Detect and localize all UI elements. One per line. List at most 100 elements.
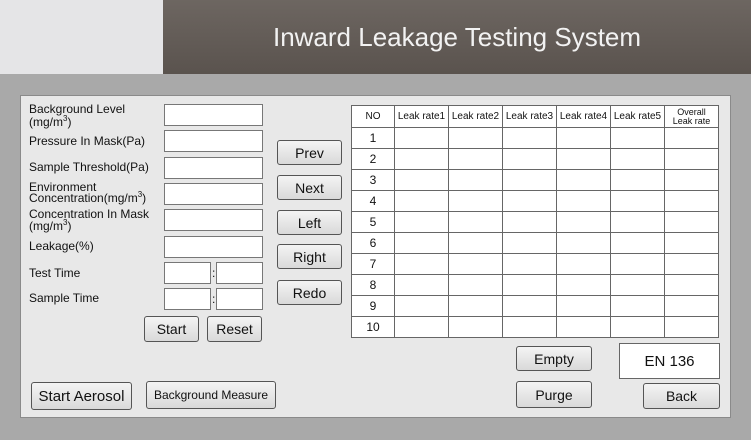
table-cell [502,274,557,296]
table-cell [448,253,503,275]
table-cell [448,295,503,317]
table-cell [556,316,611,338]
table-cell [394,295,449,317]
sample-time-separator: : [212,292,216,306]
header-leak-rate-3: Leak rate3 [502,105,557,128]
table-cell [556,190,611,212]
test-time-seconds-field[interactable] [216,262,263,284]
empty-button[interactable]: Empty [516,346,592,371]
row-number: 2 [351,148,395,170]
concentration-in-mask-field[interactable] [164,209,263,231]
table-cell [502,232,557,254]
title-bar: Inward Leakage Testing System [163,0,751,74]
left-button[interactable]: Left [277,210,342,235]
prev-button[interactable]: Prev [277,140,342,165]
header-leak-rate-2: Leak rate2 [448,105,503,128]
environment-concentration-field[interactable] [164,183,263,205]
background-level-field[interactable] [164,104,263,126]
redo-button[interactable]: Redo [277,280,342,305]
concentration-in-mask-label: Concentration In Mask (mg/m3) [29,207,150,233]
table-cell [502,295,557,317]
leakage-field[interactable] [164,236,263,258]
table-cell [610,190,665,212]
sample-time-seconds-field[interactable] [216,288,263,310]
table-cell [394,232,449,254]
table-cell [556,127,611,149]
table-cell [664,295,719,317]
table-cell [502,127,557,149]
table-cell [394,253,449,275]
table-cell [610,274,665,296]
test-time-minutes-field[interactable] [164,262,211,284]
start-aerosol-button[interactable]: Start Aerosol [31,382,132,410]
table-cell [448,148,503,170]
table-cell [610,169,665,191]
background-measure-button[interactable]: Background Measure [146,381,276,409]
table-cell [448,190,503,212]
table-cell [394,211,449,233]
header-no: NO [351,105,395,128]
header-leak-rate-1: Leak rate1 [394,105,449,128]
results-table: NO Leak rate1 Leak rate2 Leak rate3 Leak… [351,105,719,338]
table-row: 8 [351,274,719,296]
row-number: 1 [351,127,395,149]
table-cell [448,232,503,254]
table-cell [448,211,503,233]
back-button[interactable]: Back [643,383,720,409]
row-number: 6 [351,232,395,254]
table-row: 3 [351,169,719,191]
next-button[interactable]: Next [277,175,342,200]
row-number: 4 [351,190,395,212]
sample-time-minutes-field[interactable] [164,288,211,310]
row-number: 3 [351,169,395,191]
table-header-row: NO Leak rate1 Leak rate2 Leak rate3 Leak… [351,105,719,128]
header-overall-leak-rate: Overall Leak rate [664,105,719,128]
table-row: 6 [351,232,719,254]
header-leak-rate-4: Leak rate4 [556,105,611,128]
table-cell [610,295,665,317]
table-cell [664,127,719,149]
table-cell [448,169,503,191]
table-cell [664,148,719,170]
table-cell [556,253,611,275]
table-cell [610,232,665,254]
reset-button[interactable]: Reset [207,316,262,342]
table-cell [664,316,719,338]
table-cell [394,127,449,149]
purge-button[interactable]: Purge [516,381,592,408]
start-button[interactable]: Start [144,316,199,342]
leakage-label: Leakage(%) [29,239,94,253]
table-cell [394,190,449,212]
test-time-label: Test Time [29,266,81,280]
table-cell [502,190,557,212]
table-cell [394,316,449,338]
row-number: 10 [351,316,395,338]
table-cell [556,169,611,191]
test-time-separator: : [212,266,216,280]
table-cell [610,316,665,338]
table-cell [664,274,719,296]
pressure-in-mask-field[interactable] [164,130,263,152]
table-cell [556,295,611,317]
right-button[interactable]: Right [277,244,342,269]
logo-area [0,0,163,74]
sample-threshold-field[interactable] [164,157,263,179]
environment-concentration-label: Environment Concentration(mg/m3) [29,180,147,205]
table-row: 10 [351,316,719,338]
table-cell [394,148,449,170]
table-cell [448,127,503,149]
row-number: 8 [351,274,395,296]
table-cell [502,148,557,170]
table-cell [664,211,719,233]
table-cell [394,274,449,296]
table-row: 4 [351,190,719,212]
table-cell [502,253,557,275]
table-cell [664,253,719,275]
table-cell [502,316,557,338]
table-cell [556,274,611,296]
row-number: 7 [351,253,395,275]
table-cell [556,211,611,233]
table-cell [664,232,719,254]
table-row: 9 [351,295,719,317]
header-leak-rate-5: Leak rate5 [610,105,665,128]
